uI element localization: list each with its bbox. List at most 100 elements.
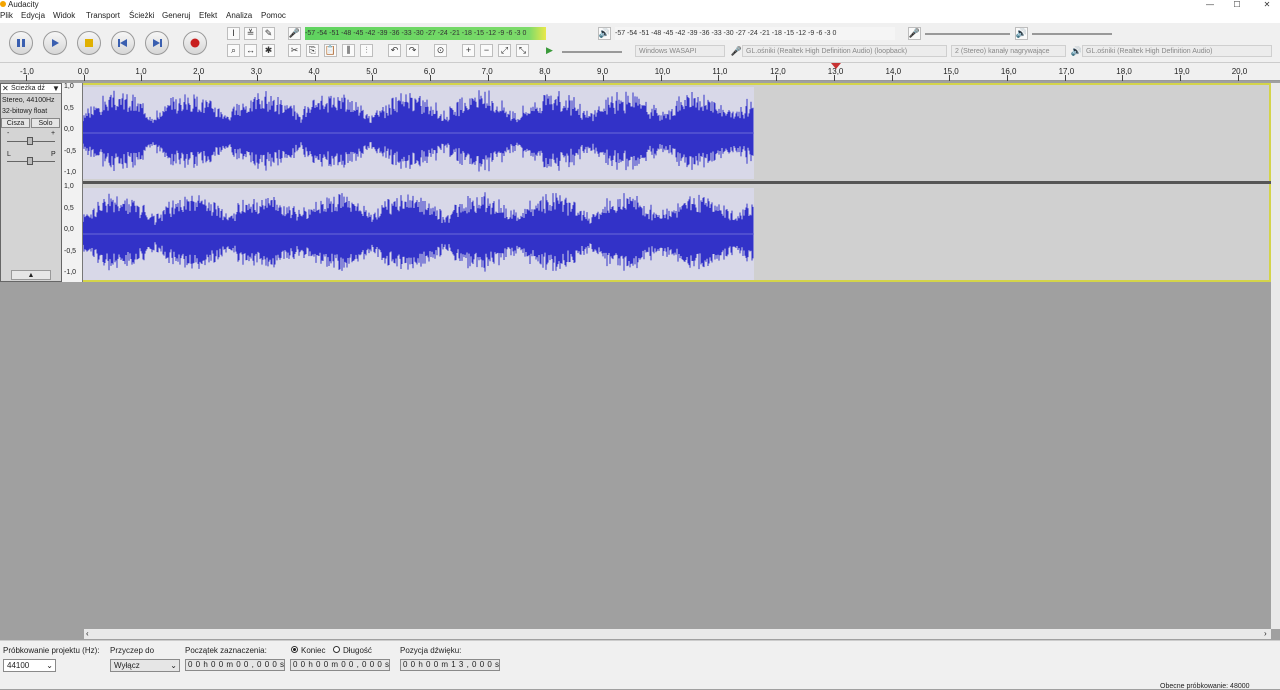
ruler-tick-label: 12,0 (770, 67, 786, 76)
speaker-volume-icon: 🔊 (1015, 27, 1028, 40)
scroll-right-icon[interactable]: › (1264, 629, 1267, 638)
cut-icon[interactable]: ✂ (288, 44, 301, 57)
menu-file[interactable]: Plik (0, 9, 13, 23)
snap-to-select[interactable]: Wyłącz ⌄ (110, 659, 180, 672)
ruler-tick (83, 75, 85, 81)
multi-tool-icon[interactable]: ✱ (262, 44, 275, 57)
audio-position-field[interactable]: 0 0 h 0 0 m 1 3 , 0 0 0 s (400, 659, 500, 671)
ruler-tick-label: 11,0 (712, 67, 728, 76)
menu-tracks[interactable]: Ścieżki (129, 9, 154, 23)
menu-bar: Plik Edycja Widok Transport Ścieżki Gene… (0, 9, 1280, 23)
close-button[interactable]: ✕ (1262, 0, 1272, 9)
scroll-left-icon[interactable]: ‹ (86, 629, 89, 638)
fit-project-icon[interactable]: ⤡ (516, 44, 529, 57)
record-meter-icon[interactable]: 🎤 (288, 27, 301, 40)
gain-slider-thumb[interactable] (27, 137, 33, 145)
timeline-ruler[interactable]: -1,0 0,0 1,0 2,0 3,0 4,0 5,0 6,0 7,0 8,0 9,0 10,0 11… (0, 63, 1280, 81)
chevron-down-icon[interactable]: ▼ (52, 84, 60, 93)
play-button[interactable] (43, 31, 67, 55)
snap-to-label: Przyczep do (110, 646, 155, 655)
copy-icon[interactable]: ⎘ (306, 44, 319, 57)
pause-button[interactable] (9, 31, 33, 55)
record-button[interactable] (183, 31, 207, 55)
ruler-tick-label: 16,0 (1000, 67, 1017, 76)
skip-end-button[interactable] (145, 31, 169, 55)
waveform-area[interactable] (83, 83, 1271, 282)
empty-project-area[interactable] (0, 282, 1280, 629)
playhead-marker-icon[interactable] (831, 63, 841, 69)
pause-icon (17, 39, 25, 47)
track-header: ✕ Ścieżka dź ▼ (1, 84, 61, 94)
ruler-tick (833, 75, 835, 81)
ruler-tick-label: 17,0 (1058, 67, 1075, 76)
silence-icon[interactable]: ⫶ (360, 44, 373, 57)
toolbar: I ≚ ✎ ⌕ ↔ ✱ 🎤 -57 -54 -51 -48 -45 -42 -3… (0, 23, 1280, 63)
zoom-tool-icon[interactable]: ⌕ (227, 44, 240, 57)
recording-device-select[interactable]: GL.ośniki (Realtek High Definition Audio… (742, 45, 947, 57)
project-rate-label: Próbkowanie projektu (Hz): (3, 646, 100, 655)
end-radio[interactable] (291, 646, 298, 653)
vertical-scrollbar[interactable] (1271, 83, 1280, 629)
ruler-tick-label: 19,0 (1174, 67, 1190, 76)
audacity-logo-icon (0, 1, 6, 7)
minimize-button[interactable]: — (1205, 0, 1215, 9)
recording-channels-select[interactable]: 2 (Stereo) kanały nagrywające (951, 45, 1066, 57)
menu-edit[interactable]: Edycja (21, 9, 45, 23)
stop-button[interactable] (77, 31, 101, 55)
paste-icon[interactable]: 📋 (324, 44, 337, 57)
playback-volume-slider[interactable] (1032, 33, 1112, 35)
record-meter[interactable]: -57 -54 -51 -48 -45 -42 -39 -36 -33 -30 … (305, 27, 585, 40)
playback-device-select[interactable]: GL.ośniki (Realtek High Definition Audio… (1082, 45, 1272, 57)
play-speed-slider[interactable] (562, 51, 622, 53)
timeshift-tool-icon[interactable]: ↔ (244, 44, 257, 57)
collapse-track-button[interactable]: ▲ (11, 270, 51, 280)
horizontal-scrollbar[interactable]: ‹ › (84, 629, 1271, 639)
close-track-icon[interactable]: ✕ (2, 84, 9, 93)
playback-meter[interactable]: -57 -54 -51 -48 -45 -42 -39 -36 -33 -30 … (615, 27, 895, 40)
ruler-tick (1006, 75, 1008, 81)
menu-effect[interactable]: Efekt (199, 9, 217, 23)
mute-button[interactable]: Cisza (1, 118, 30, 128)
sync-lock-icon[interactable]: ⊙ (434, 44, 447, 57)
pan-right-label: P (51, 151, 56, 158)
ruler-tick-label: 10,0 (654, 67, 671, 76)
selection-tool-icon[interactable]: I (227, 27, 240, 40)
ruler-tick (545, 75, 547, 81)
solo-button[interactable]: Solo (31, 118, 60, 128)
menu-view[interactable]: Widok (53, 9, 75, 23)
gain-minus-label: - (7, 130, 10, 137)
fit-selection-icon[interactable]: ⤢ (498, 44, 511, 57)
zoom-out-icon[interactable]: − (480, 44, 493, 57)
menu-analyze[interactable]: Analiza (226, 9, 252, 23)
length-radio[interactable] (333, 646, 340, 653)
audio-host-select[interactable]: Windows WASAPI (635, 45, 725, 57)
menu-generate[interactable]: Generuj (162, 9, 190, 23)
trim-icon[interactable]: ⫼ (342, 44, 355, 57)
skip-start-button[interactable] (111, 31, 135, 55)
envelope-tool-icon[interactable]: ≚ (244, 27, 257, 40)
track-name-menu[interactable]: Ścieżka dź (11, 85, 45, 92)
record-volume-slider[interactable] (925, 33, 1010, 35)
ruler-tick (256, 75, 258, 81)
ruler-tick (1180, 75, 1181, 81)
playback-meter-icon[interactable]: 🔊 (598, 27, 611, 40)
pan-slider-thumb[interactable] (27, 157, 33, 165)
redo-icon[interactable]: ↷ (406, 44, 419, 57)
audio-position-label: Pozycja dźwięku: (400, 646, 462, 655)
undo-icon[interactable]: ↶ (388, 44, 401, 57)
draw-tool-icon[interactable]: ✎ (262, 27, 275, 40)
ruler-tick (26, 75, 27, 81)
zoom-in-icon[interactable]: + (462, 44, 475, 57)
selection-end-field[interactable]: 0 0 h 0 0 m 0 0 , 0 0 0 s (290, 659, 390, 671)
menu-transport[interactable]: Transport (86, 9, 120, 23)
selection-start-field[interactable]: 0 0 h 0 0 m 0 0 , 0 0 0 s (185, 659, 285, 671)
scale-label: 1,0 (64, 83, 74, 90)
ruler-tick (199, 75, 201, 81)
scale-label: 0,5 (64, 104, 74, 112)
ruler-tick (429, 75, 431, 81)
play-at-speed-icon[interactable]: ▶ (543, 44, 556, 57)
project-rate-select[interactable]: 44100 ⌄ (3, 659, 56, 672)
menu-help[interactable]: Pomoc (261, 9, 286, 23)
ruler-tick-label: 18,0 (1116, 67, 1132, 76)
maximize-button[interactable]: ☐ (1232, 0, 1242, 9)
